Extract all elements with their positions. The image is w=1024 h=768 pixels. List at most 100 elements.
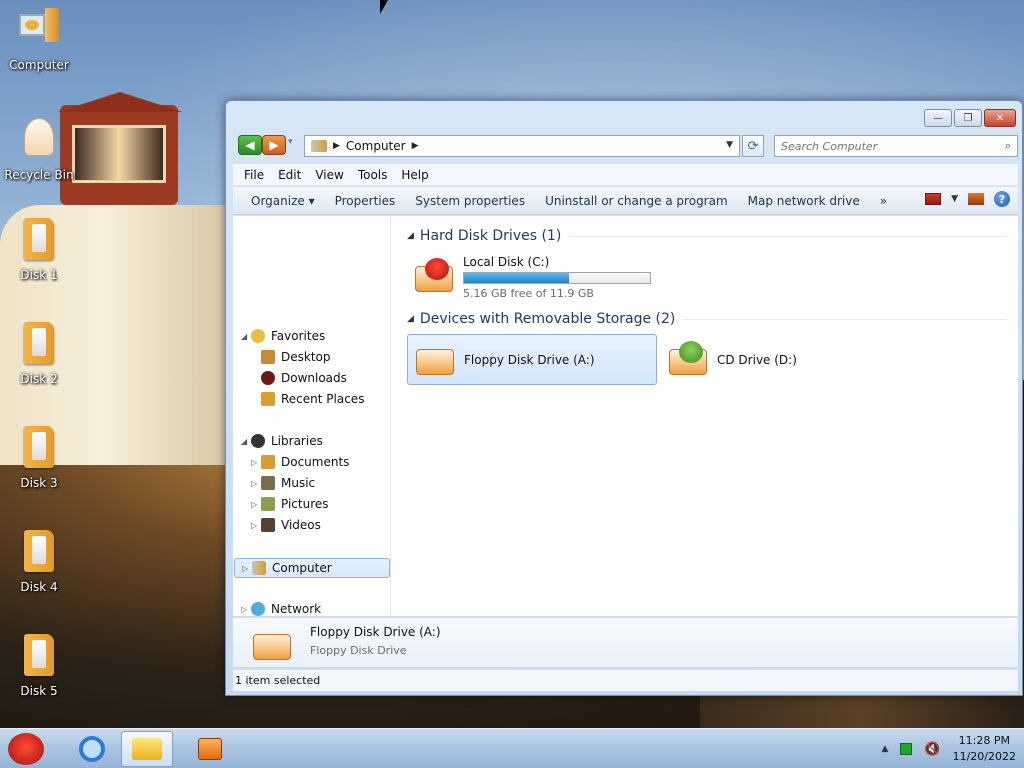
back-button[interactable]: ◀ bbox=[238, 135, 262, 155]
nav-desktop[interactable]: Desktop bbox=[261, 350, 331, 364]
desktop-icon-label: Disk 3 bbox=[20, 476, 58, 490]
expand-arrow-icon[interactable]: ▷ bbox=[251, 479, 261, 488]
view-dropdown-icon[interactable]: ▼ bbox=[951, 194, 958, 204]
change-view-icon[interactable] bbox=[925, 193, 942, 205]
breadcrumb-arrow-icon[interactable]: ▶ bbox=[412, 141, 419, 151]
address-dropdown-icon[interactable]: ▼ bbox=[726, 140, 733, 150]
menu-help[interactable]: Help bbox=[394, 168, 435, 182]
refresh-button[interactable]: ⟳ bbox=[742, 135, 764, 157]
recent-pages-dropdown-icon[interactable]: ▾ bbox=[288, 137, 293, 147]
nav-computer[interactable]: ▷ Computer bbox=[234, 558, 390, 578]
properties-button[interactable]: Properties bbox=[325, 194, 406, 208]
group-header-removable-storage[interactable]: ◢ Devices with Removable Storage (2) bbox=[407, 311, 1007, 327]
help-icon[interactable]: ? bbox=[994, 191, 1010, 207]
desktop-icon-disk-2[interactable]: Disk 2 bbox=[1, 322, 77, 386]
show-hidden-icons-icon[interactable]: ▲ bbox=[881, 744, 888, 754]
collapse-arrow-icon[interactable]: ◢ bbox=[241, 332, 251, 341]
folder-icon bbox=[24, 634, 54, 676]
organize-button[interactable]: Organize ▾ bbox=[241, 194, 325, 208]
menu-view[interactable]: View bbox=[308, 168, 350, 182]
search-box[interactable]: ⌕ bbox=[774, 135, 1018, 157]
desktop-icon-label: Disk 4 bbox=[20, 580, 58, 594]
system-properties-button[interactable]: System properties bbox=[405, 194, 535, 208]
close-button[interactable]: ✕ bbox=[984, 109, 1016, 127]
nav-downloads[interactable]: Downloads bbox=[261, 371, 347, 385]
angry-bird-start-icon bbox=[8, 733, 44, 765]
drive-name: Local Disk (C:) bbox=[463, 254, 550, 269]
uninstall-program-button[interactable]: Uninstall or change a program bbox=[535, 194, 738, 208]
drive-free-space: 5.16 GB free of 11.9 GB bbox=[463, 286, 594, 300]
clock-date: 11/20/2022 bbox=[952, 750, 1016, 763]
nav-label: Network bbox=[271, 602, 322, 616]
nav-favorites[interactable]: ◢ Favorites bbox=[241, 329, 325, 343]
taskbar-media-player[interactable] bbox=[184, 731, 236, 767]
desktop-icon-label: Disk 1 bbox=[20, 268, 58, 282]
nav-network[interactable]: ▷ Network bbox=[241, 602, 321, 616]
collapse-arrow-icon[interactable]: ◢ bbox=[407, 314, 414, 324]
group-header-hard-disk-drives[interactable]: ◢ Hard Disk Drives (1) bbox=[407, 228, 1007, 244]
breadcrumb-arrow-icon[interactable]: ▶ bbox=[333, 141, 340, 151]
drive-cd-d[interactable]: CD Drive (D:) bbox=[665, 334, 905, 385]
status-text: 1 item selected bbox=[235, 674, 321, 687]
address-bar[interactable]: ▶ Computer ▶ ▼ bbox=[304, 135, 740, 157]
expand-arrow-icon[interactable]: ▷ bbox=[251, 521, 261, 530]
menu-tools[interactable]: Tools bbox=[351, 168, 395, 182]
explorer-window[interactable]: — ❐ ✕ ◀ ▶ ▾ ▶ Computer ▶ ▼ ⟳ ⌕ File Edit… bbox=[225, 100, 1023, 696]
nav-label: Libraries bbox=[271, 434, 323, 448]
expand-arrow-icon[interactable]: ▷ bbox=[242, 564, 252, 573]
minimize-button[interactable]: — bbox=[924, 109, 952, 127]
menu-file[interactable]: File bbox=[237, 168, 271, 182]
forward-button[interactable]: ▶ bbox=[262, 135, 286, 155]
system-tray: ▲ 🔇 11:28 PM 11/20/2022 bbox=[881, 729, 1016, 768]
network-status-icon[interactable] bbox=[900, 743, 913, 755]
nav-pictures[interactable]: ▷ Pictures bbox=[251, 497, 329, 511]
search-icon[interactable]: ⌕ bbox=[1005, 139, 1011, 153]
desktop-icon-disk-3[interactable]: Disk 3 bbox=[1, 426, 77, 490]
desktop-icon-disk-4[interactable]: Disk 4 bbox=[1, 530, 77, 594]
caption-buttons: — ❐ ✕ bbox=[924, 109, 1016, 127]
expand-arrow-icon[interactable]: ▷ bbox=[251, 500, 261, 509]
desktop-icon bbox=[261, 350, 275, 364]
lighthouse-window bbox=[72, 125, 166, 183]
lighthouse-roof bbox=[58, 92, 182, 112]
collapse-arrow-icon[interactable]: ◢ bbox=[241, 437, 251, 446]
collapse-arrow-icon[interactable]: ◢ bbox=[407, 231, 414, 241]
hard-drive-icon bbox=[411, 256, 457, 298]
nav-music[interactable]: ▷ Music bbox=[251, 476, 315, 490]
preview-pane-icon[interactable] bbox=[968, 193, 984, 205]
clock[interactable]: 11:28 PM 11/20/2022 bbox=[953, 733, 1016, 765]
drive-floppy-a[interactable]: Floppy Disk Drive (A:) bbox=[407, 334, 657, 385]
recent-places-icon bbox=[261, 392, 275, 406]
music-icon bbox=[261, 476, 275, 490]
breadcrumb-computer[interactable]: Computer bbox=[346, 139, 406, 153]
expand-arrow-icon[interactable]: ▷ bbox=[251, 458, 261, 467]
desktop-icon-recycle-bin[interactable]: Recycle Bin bbox=[1, 118, 77, 182]
desktop-icon-label: Disk 5 bbox=[20, 684, 58, 698]
desktop-icon-disk-5[interactable]: Disk 5 bbox=[1, 634, 77, 698]
clock-time: 11:28 PM bbox=[958, 734, 1010, 747]
nav-label: Videos bbox=[281, 518, 321, 532]
nav-documents[interactable]: ▷ Documents bbox=[251, 455, 349, 469]
taskbar-windows-explorer[interactable] bbox=[121, 731, 173, 767]
expand-arrow-icon[interactable]: ▷ bbox=[241, 605, 251, 614]
desktop-icon-computer[interactable]: Computer bbox=[1, 8, 77, 72]
map-network-drive-button[interactable]: Map network drive bbox=[738, 194, 870, 208]
more-commands-button[interactable]: » bbox=[870, 194, 897, 208]
taskbar-internet-explorer[interactable] bbox=[66, 731, 118, 767]
maximize-button[interactable]: ❐ bbox=[954, 109, 982, 127]
search-input[interactable] bbox=[781, 139, 991, 153]
nav-label: Music bbox=[281, 476, 316, 490]
downloads-icon bbox=[261, 371, 275, 385]
videos-icon bbox=[261, 518, 275, 532]
desktop-icon-disk-1[interactable]: Disk 1 bbox=[1, 218, 77, 282]
nav-recent-places[interactable]: Recent Places bbox=[261, 392, 364, 406]
folder-icon bbox=[24, 426, 54, 468]
nav-videos[interactable]: ▷ Videos bbox=[251, 518, 321, 532]
start-button[interactable] bbox=[4, 729, 48, 768]
nav-label: Documents bbox=[281, 455, 350, 469]
menu-edit[interactable]: Edit bbox=[271, 168, 308, 182]
drive-local-disk-c[interactable]: Local Disk (C:) 5.16 GB free of 11.9 GB bbox=[411, 252, 651, 302]
nav-libraries[interactable]: ◢ Libraries bbox=[241, 434, 323, 448]
cd-drive-icon bbox=[665, 339, 711, 381]
speaker-muted-icon[interactable]: 🔇 bbox=[924, 742, 940, 757]
